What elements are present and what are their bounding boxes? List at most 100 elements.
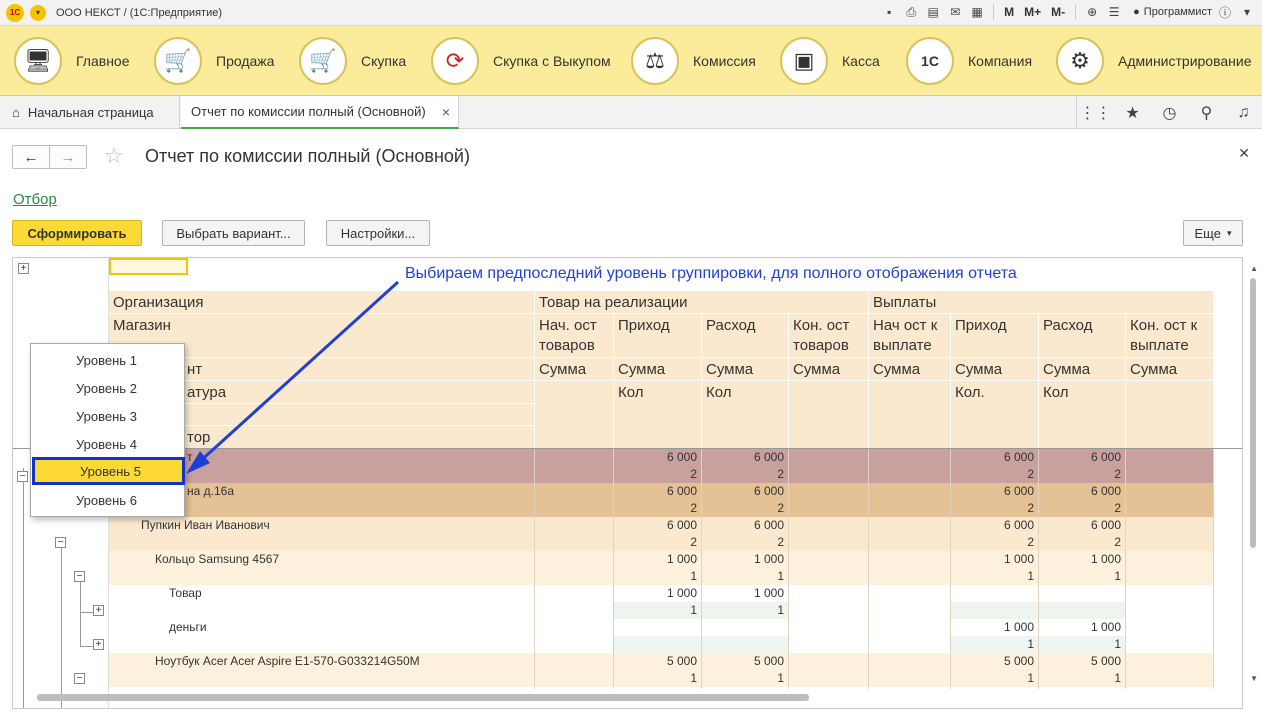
- cell-pay-in-qty: 1: [1027, 637, 1034, 651]
- user-icon: ●: [1133, 6, 1140, 18]
- table-row[interactable]: на д.16а 6 000 2 6 000 2 6 000 2 6 000 2: [109, 483, 1213, 517]
- cell-pay-out-qty: 2: [1114, 501, 1121, 515]
- header-goods-on-sale: Товар на реализации: [535, 291, 868, 314]
- memory-m-button[interactable]: M: [1001, 5, 1017, 19]
- section-label: Скупка с Выкупом: [493, 53, 611, 69]
- attach-icon[interactable]: ✉: [946, 3, 964, 21]
- memory-plus-button[interactable]: M+: [1021, 5, 1044, 19]
- more-label: Еще: [1194, 225, 1221, 241]
- header-nomenclature-partial: атура: [183, 381, 283, 404]
- apps-grid-icon[interactable]: ⋮⋮: [1077, 96, 1114, 129]
- section-company[interactable]: 1C Компания: [906, 37, 1032, 85]
- cell-pay-in-qty: [951, 602, 1038, 619]
- horizontal-scrollbar[interactable]: [37, 694, 809, 701]
- print-preview-icon[interactable]: ▤: [924, 3, 942, 21]
- menu-item-level-1[interactable]: Уровень 1: [31, 346, 186, 374]
- cell-goods-out-sum: 1 000: [753, 586, 784, 600]
- section-buyback[interactable]: ⟳ Скупка с Выкупом: [431, 37, 611, 85]
- nav-buttons: ← →: [12, 145, 87, 169]
- bell-icon[interactable]: ♫: [1225, 96, 1262, 129]
- cell-goods-in-sum: 6 000: [666, 484, 697, 498]
- table-row[interactable]: деньги 1 000 1 1 000 1: [109, 619, 1213, 653]
- section-label: Скупка: [361, 53, 407, 69]
- info-icon[interactable]: ⓘ: [1216, 3, 1234, 21]
- menu-item-level-2[interactable]: Уровень 2: [31, 374, 186, 402]
- menu-item-level-3[interactable]: Уровень 3: [31, 402, 186, 430]
- calendar-icon[interactable]: ▦: [968, 3, 986, 21]
- collapse-icon[interactable]: −: [17, 471, 28, 482]
- cell-goods-out-qty: 1: [777, 603, 784, 617]
- favorites-star-icon[interactable]: ★: [1114, 96, 1151, 129]
- grid-line: [1213, 449, 1214, 689]
- section-purchase[interactable]: 🛒 Скупка: [299, 37, 406, 85]
- expand-icon[interactable]: +: [93, 639, 104, 650]
- section-sales[interactable]: 🛒 Продажа: [154, 37, 274, 85]
- cell-pay-in-sum: 1 000: [1003, 552, 1034, 566]
- choose-variant-button[interactable]: Выбрать вариант...: [162, 220, 305, 246]
- tree-line: [80, 646, 94, 647]
- table-row[interactable]: Ноутбук Acer Acer Aspire E1-570-G033214G…: [109, 653, 1213, 687]
- selected-cell[interactable]: [109, 258, 188, 275]
- scroll-up-icon[interactable]: ▲: [1250, 264, 1258, 273]
- search-icon[interactable]: ⚲: [1188, 96, 1225, 129]
- filter-link[interactable]: Отбор: [13, 191, 57, 208]
- back-arrow-icon[interactable]: ←: [13, 146, 49, 168]
- memory-minus-button[interactable]: M-: [1048, 5, 1068, 19]
- header-pay-income: Приход: [951, 314, 1038, 358]
- grid-line: [1038, 314, 1039, 448]
- collapse-icon[interactable]: −: [74, 571, 85, 582]
- settings-button[interactable]: Настройки...: [326, 220, 430, 246]
- cell-goods-in-qty: 1: [690, 569, 697, 583]
- vertical-scrollbar[interactable]: [1250, 278, 1256, 548]
- row-label: Пупкин Иван Иванович: [141, 518, 270, 532]
- menu-item-level-4[interactable]: Уровень 4: [31, 430, 186, 458]
- cell-pay-out-sum: 6 000: [1090, 450, 1121, 464]
- generate-button[interactable]: Сформировать: [12, 220, 142, 246]
- cart-up-icon: 🛒: [154, 37, 202, 85]
- scroll-down-icon[interactable]: ▼: [1250, 674, 1258, 683]
- print-icon[interactable]: ⎙: [902, 3, 920, 21]
- section-commission[interactable]: ⚖ Комиссия: [631, 37, 756, 85]
- menu-item-level-6[interactable]: Уровень 6: [31, 486, 186, 514]
- tabs-tools: ⋮⋮ ★ ◷ ⚲ ♫: [1076, 96, 1262, 129]
- table-row[interactable]: т 6 000 2 6 000 2 6 000 2 6 000 2: [109, 449, 1213, 483]
- collapse-icon[interactable]: −: [55, 537, 66, 548]
- tab-home[interactable]: ⌂ Начальная страница: [0, 96, 180, 129]
- history-icon[interactable]: ◷: [1151, 96, 1188, 129]
- forward-arrow-icon[interactable]: →: [49, 146, 86, 168]
- report-spreadsheet[interactable]: + − − − + + − Организация Магазин нт ату…: [12, 257, 1243, 709]
- grid-line: [701, 314, 702, 448]
- cell-goods-out-sum: 1 000: [753, 552, 784, 566]
- table-row[interactable]: Товар 1 000 1 1 000 1: [109, 585, 1213, 619]
- collapse-icon[interactable]: −: [74, 673, 85, 684]
- user-menu[interactable]: ● Программист: [1133, 6, 1212, 18]
- 1c-logo-icon[interactable]: 1C: [6, 3, 24, 22]
- main-menu-icon[interactable]: ▾: [30, 4, 46, 21]
- save-icon[interactable]: ▪: [880, 3, 898, 21]
- favorite-star-icon[interactable]: ☆: [104, 143, 124, 169]
- cell-goods-out-sum: 6 000: [753, 484, 784, 498]
- cell-goods-out-qty: 1: [777, 569, 784, 583]
- zoom-icon[interactable]: ⊕: [1083, 3, 1101, 21]
- header-qty: Кол: [614, 381, 701, 404]
- scales-icon: ⚖: [631, 37, 679, 85]
- header-sum: Сумма: [789, 358, 868, 381]
- menu-item-level-5[interactable]: Уровень 5: [32, 457, 185, 485]
- section-cash[interactable]: ▣ Касса: [780, 37, 880, 85]
- grid-line: [868, 449, 869, 689]
- menu-icon[interactable]: ☰: [1105, 3, 1123, 21]
- window-menu-icon[interactable]: ▾: [1238, 3, 1256, 21]
- table-row[interactable]: Кольцо Samsung 4567 1 000 1 1 000 1 1 00…: [109, 551, 1213, 585]
- close-icon[interactable]: ×: [442, 104, 450, 120]
- expand-icon[interactable]: +: [18, 263, 29, 274]
- tree-line: [80, 612, 94, 613]
- expand-icon[interactable]: +: [93, 605, 104, 616]
- more-button[interactable]: Еще ▾: [1183, 220, 1243, 246]
- table-row[interactable]: Пупкин Иван Иванович 6 000 2 6 000 2 6 0…: [109, 517, 1213, 551]
- tab-report[interactable]: Отчет по комиссии полный (Основной) ×: [181, 96, 459, 129]
- close-icon[interactable]: ✕: [1238, 145, 1250, 162]
- cell-pay-out-sum: 6 000: [1090, 484, 1121, 498]
- section-admin[interactable]: ⚙ Администрирование: [1056, 37, 1252, 85]
- section-main[interactable]: 🖥 Главное: [14, 37, 130, 85]
- page-title: Отчет по комиссии полный (Основной): [145, 146, 470, 166]
